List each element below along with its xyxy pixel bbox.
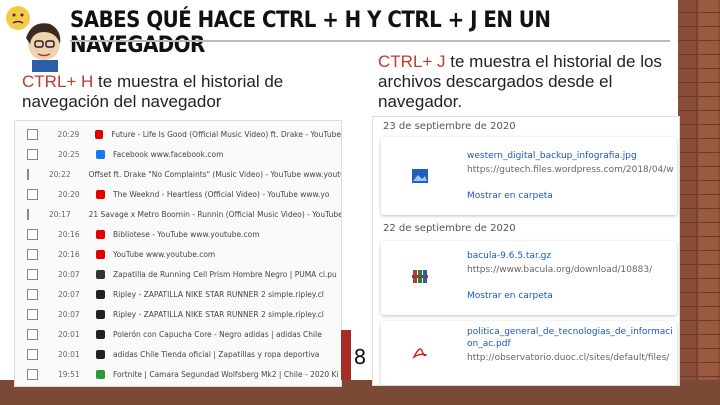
history-row-title[interactable]: Fortnite | Camara Segundad Wolfsberg Mk2…: [113, 370, 339, 379]
history-row[interactable]: 20:01 adidas Chile Tienda oficial | Zapat…: [15, 343, 341, 365]
history-row-time: 20:01: [58, 349, 80, 359]
pdf-file-icon: [412, 348, 428, 360]
downloads-panel: 23 de septiembre de 2020 western_digital…: [372, 116, 680, 386]
history-row-time: 20:22: [49, 169, 71, 179]
adidas-icon: [96, 349, 105, 359]
history-row[interactable]: 20:07 Zapatilla de Running Cell Prism Hom…: [15, 263, 341, 285]
history-row[interactable]: 20:07 Ripley - ZAPATILLA NIKE STAR RUNNER…: [15, 303, 341, 325]
history-row-title[interactable]: Ripley - ZAPATILLA NIKE STAR RUNNER 2 si…: [113, 290, 324, 299]
download-card[interactable]: western_digital_backup_infografia.jpg ht…: [381, 137, 677, 215]
history-row-title[interactable]: Facebook www.facebook.com: [113, 150, 223, 159]
youtube-icon: [96, 229, 105, 239]
history-row-checkbox[interactable]: [27, 368, 38, 380]
image-file-icon: [412, 169, 428, 183]
youtube-icon: [96, 189, 105, 199]
download-filename-continued[interactable]: on_ac.pdf: [467, 339, 511, 349]
history-row-title[interactable]: Offset ft. Drake "No Complaints" (Music …: [89, 170, 341, 179]
page-title: SABES QUÉ HACE CTRL + H Y CTRL + J EN UN…: [70, 8, 551, 58]
ripley-icon: [96, 309, 105, 319]
history-row-time: 20:25: [58, 149, 80, 159]
history-row-title[interactable]: The Weeknd - Heartless (Official Video) …: [113, 190, 329, 199]
facebook-icon: [96, 149, 105, 159]
download-date-1: 23 de septiembre de 2020: [383, 121, 516, 132]
history-row[interactable]: 19:51 Fortnite | Camara Segundad Wolfsber…: [15, 363, 341, 385]
ctrl-j-key: CTRL+ J: [378, 52, 446, 71]
history-row[interactable]: 20:22 Offset ft. Drake "No Complaints" (M…: [15, 163, 341, 185]
history-row-title[interactable]: Future - Life Is Good (Official Music Vi…: [111, 130, 341, 139]
history-row-time: 20:07: [58, 289, 80, 299]
history-row-checkbox[interactable]: [27, 328, 38, 340]
history-row[interactable]: 20:16 YouTube www.youtube.com: [15, 243, 341, 265]
archive-file-icon: [412, 270, 428, 283]
history-row-title[interactable]: Polerón con Capucha Core - Negro adidas …: [113, 330, 322, 339]
history-row[interactable]: 20:16 Bibliotese - YouTube www.youtube.co…: [15, 223, 341, 245]
download-url: http://observatorio.duoc.cl/sites/defaul…: [467, 353, 670, 363]
history-row-time: 20:01: [58, 329, 80, 339]
title-divider: [70, 40, 670, 42]
ctrl-h-key: CTRL+ H: [22, 72, 94, 91]
ripley-icon: [96, 289, 105, 299]
history-row-checkbox[interactable]: [27, 248, 38, 260]
history-row-time: 20:20: [58, 189, 80, 199]
adidas-icon: [96, 329, 105, 339]
download-url: https://www.bacula.org/download/10883/: [467, 265, 653, 275]
history-row-title[interactable]: YouTube www.youtube.com: [113, 250, 215, 259]
history-row[interactable]: 20:17 21 Savage x Metro Boomin - Runnin (…: [15, 203, 341, 225]
download-date-2: 22 de septiembre de 2020: [383, 223, 516, 234]
youtube-icon: [96, 249, 105, 259]
puma-icon: [96, 269, 105, 279]
page-number: 8: [353, 345, 367, 369]
history-row-time: 20:29: [57, 129, 80, 139]
history-row-checkbox[interactable]: [27, 288, 38, 300]
history-row-title[interactable]: Zapatilla de Running Cell Prism Hombre N…: [113, 270, 337, 279]
history-row-title[interactable]: Bibliotese - YouTube www.youtube.com: [113, 230, 260, 239]
history-row-time: 20:16: [58, 229, 80, 239]
thinking-avatar-icon: [6, 6, 61, 72]
download-card[interactable]: bacula-9.6.5.tar.gz https://www.bacula.o…: [381, 241, 677, 315]
history-row-time: 20:07: [58, 309, 80, 319]
download-filename[interactable]: bacula-9.6.5.tar.gz: [467, 251, 551, 261]
history-row-time: 19:51: [58, 369, 80, 379]
history-row-checkbox[interactable]: [27, 208, 29, 220]
show-in-folder-link[interactable]: Mostrar en carpeta: [467, 191, 553, 201]
history-row-time: 20:17: [49, 209, 71, 219]
brick-wall-background: [678, 0, 720, 405]
history-row-time: 20:16: [58, 249, 80, 259]
ctrl-j-description: CTRL+ J te muestra el historial de los a…: [378, 52, 670, 112]
history-row-checkbox[interactable]: [27, 168, 29, 180]
slide: SABES QUÉ HACE CTRL + H Y CTRL + J EN UN…: [0, 0, 720, 405]
history-row-checkbox[interactable]: [27, 348, 38, 360]
download-url: https://gutech.files.wordpress.com/2018/…: [467, 165, 674, 175]
history-row-title[interactable]: adidas Chile Tienda oficial | Zapatillas…: [113, 350, 319, 359]
history-row-checkbox[interactable]: [27, 128, 38, 140]
history-row[interactable]: 20:01 Polerón con Capucha Core - Negro ad…: [15, 323, 341, 345]
history-row-time: 20:07: [58, 269, 80, 279]
history-row[interactable]: 20:25 Facebook www.facebook.com: [15, 143, 341, 165]
history-row-checkbox[interactable]: [27, 148, 38, 160]
history-panel: 20:29 Future - Life Is Good (Official Mus…: [14, 120, 342, 387]
history-row[interactable]: 20:07 Ripley - ZAPATILLA NIKE STAR RUNNER…: [15, 283, 341, 305]
show-in-folder-link[interactable]: Mostrar en carpeta: [467, 291, 553, 301]
history-row[interactable]: 20:20 The Weeknd - Heartless (Official Vi…: [15, 183, 341, 205]
youtube-icon: [94, 129, 104, 139]
history-row-checkbox[interactable]: [27, 268, 38, 280]
green-icon: [96, 369, 105, 379]
download-filename[interactable]: western_digital_backup_infografia.jpg: [467, 151, 637, 161]
ctrl-h-description: CTRL+ H te muestra el historial de naveg…: [22, 72, 322, 112]
history-row-title[interactable]: Ripley - ZAPATILLA NIKE STAR RUNNER 2 si…: [113, 310, 324, 319]
download-card[interactable]: politica_general_de_tecnologias_de_infor…: [381, 321, 677, 385]
download-filename[interactable]: politica_general_de_tecnologias_de_infor…: [467, 327, 673, 337]
history-row[interactable]: 20:29 Future - Life Is Good (Official Mus…: [15, 123, 341, 145]
history-row-title[interactable]: 21 Savage x Metro Boomin - Runnin (Offic…: [89, 210, 341, 219]
history-row-checkbox[interactable]: [27, 228, 38, 240]
history-row-checkbox[interactable]: [27, 308, 38, 320]
history-row-checkbox[interactable]: [27, 188, 38, 200]
